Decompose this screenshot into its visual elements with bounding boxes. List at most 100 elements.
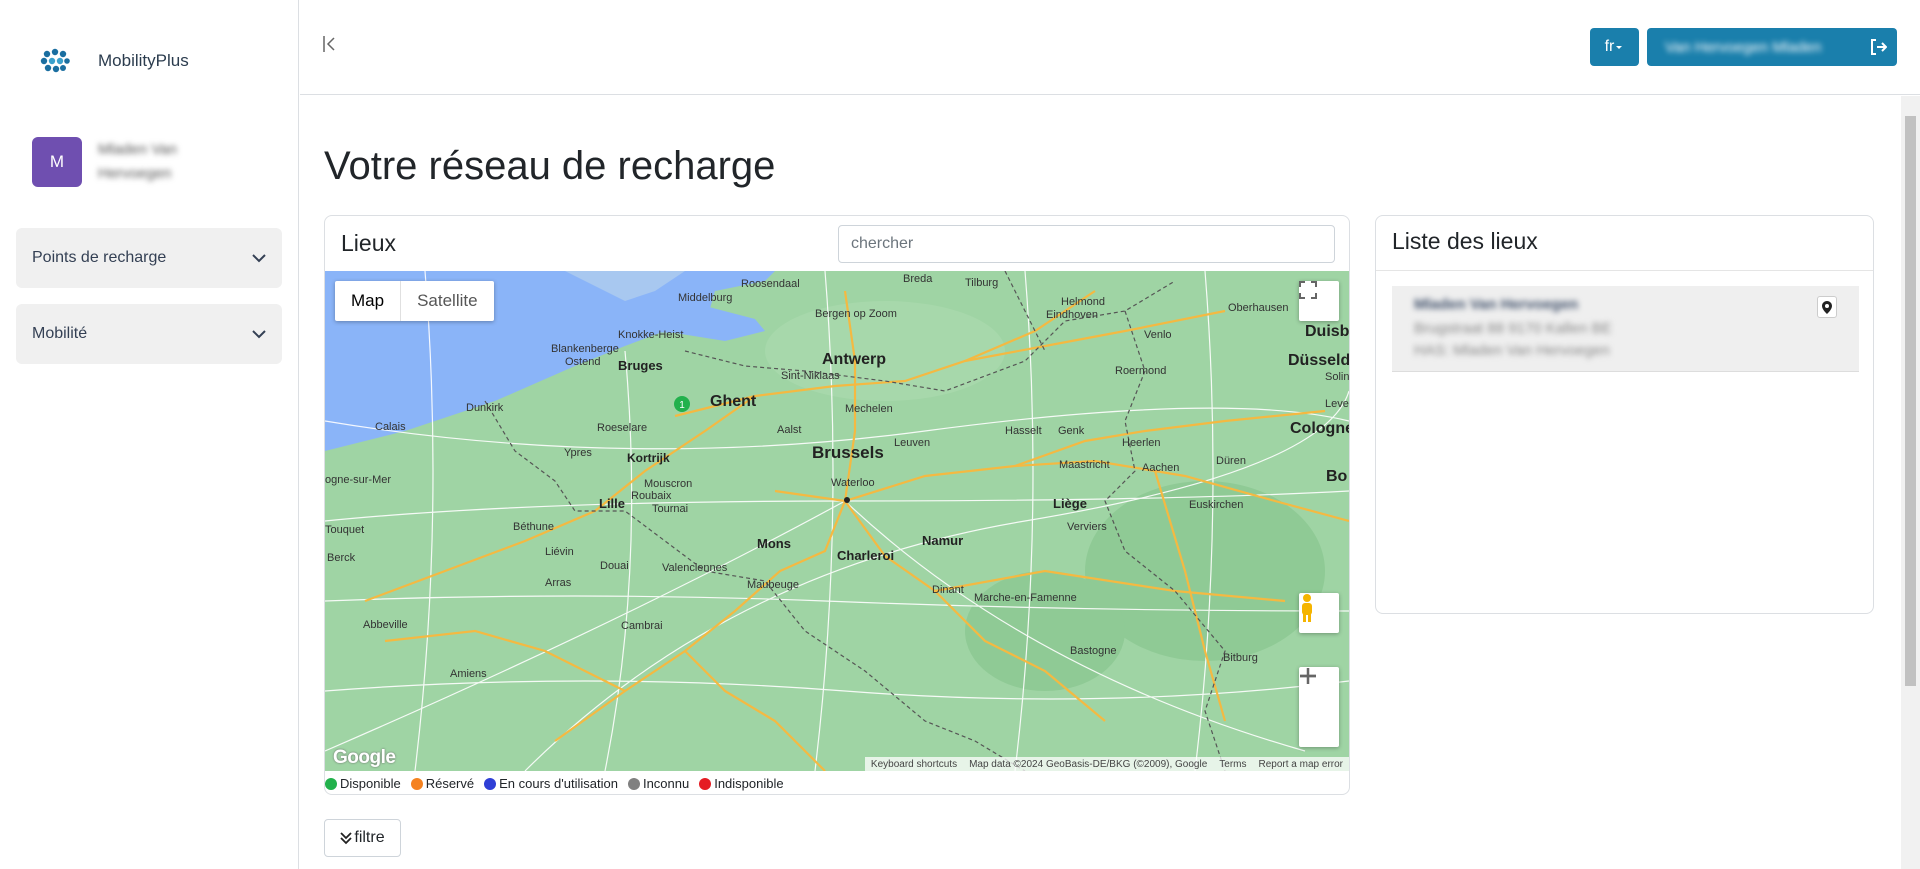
- map-type-satellite[interactable]: Satellite: [401, 281, 493, 321]
- top-bar: fr Van Hervoegen Mladen: [300, 0, 1920, 95]
- status-dot: [484, 777, 497, 790]
- city-roubaix: Roubaix: [631, 490, 672, 502]
- legend-indisponible: Indisponible: [699, 776, 784, 791]
- logout-button[interactable]: Van Hervoegen Mladen: [1647, 28, 1897, 66]
- legend-en-cours: En cours d'utilisation: [484, 776, 618, 791]
- logo-icon: [40, 48, 70, 73]
- location-detail: HAS: Mladen Van Hervoegen: [1414, 342, 1610, 359]
- logout-icon: [1871, 39, 1887, 55]
- city-arras: Arras: [545, 577, 572, 589]
- city-berck: Berck: [327, 552, 356, 564]
- brand-name: MobilityPlus: [98, 51, 189, 70]
- sidebar-item-points-de-recharge[interactable]: Points de recharge: [16, 228, 282, 288]
- report-map-error-link[interactable]: Report a map error: [1259, 759, 1343, 770]
- city-amiens: Amiens: [450, 668, 487, 680]
- city-leverkusen: Leverkus: [1325, 398, 1349, 410]
- double-chevron-down-icon: [340, 832, 353, 845]
- city-mechelen: Mechelen: [845, 403, 893, 415]
- sidebar-item-label: Mobilité: [32, 325, 88, 342]
- brand[interactable]: MobilityPlus: [40, 48, 189, 74]
- divider: [1376, 270, 1873, 271]
- street-view-pegman[interactable]: [1299, 593, 1339, 633]
- city-sintniklaas: Sint-Niklaas: [781, 370, 840, 382]
- locate-on-map-button[interactable]: [1817, 296, 1837, 318]
- city-namur: Namur: [922, 533, 963, 548]
- chevron-down-icon: [252, 253, 266, 262]
- page-scrollbar[interactable]: [1901, 96, 1920, 869]
- status-dot: [410, 777, 423, 790]
- city-dinant: Dinant: [932, 584, 964, 596]
- fullscreen-icon: [1299, 281, 1317, 299]
- status-legend: Disponible Réservé En cours d'utilisatio…: [325, 776, 784, 791]
- city-aachen: Aachen: [1142, 462, 1179, 474]
- legend-reserve: Réservé: [410, 776, 474, 791]
- legend-label: Indisponible: [714, 776, 784, 791]
- city-knokke: Knokke-Heist: [618, 329, 683, 341]
- status-dot: [699, 777, 712, 790]
- collapse-sidebar-icon[interactable]: [322, 34, 336, 54]
- list-item[interactable]: Mladen Van Hervoegen Brugstraat 88 9170 …: [1392, 286, 1859, 372]
- city-valenciennes: Valenciennes: [662, 562, 728, 574]
- scrollbar-thumb[interactable]: [1905, 116, 1916, 686]
- language-label: fr: [1604, 38, 1615, 55]
- user-name: Mladen Van Hervoegen: [98, 141, 177, 182]
- language-dropdown[interactable]: fr: [1590, 28, 1639, 66]
- status-dot: [627, 777, 640, 790]
- city-duisburg: Duisburg: [1305, 323, 1349, 340]
- google-logo[interactable]: Google: [333, 747, 396, 769]
- map-type-map[interactable]: Map: [335, 281, 402, 321]
- filter-label: filtre: [354, 829, 385, 846]
- cluster-marker-count[interactable]: 1: [679, 400, 685, 411]
- filter-button[interactable]: filtre: [324, 819, 401, 857]
- city-tilburg: Tilburg: [965, 277, 998, 289]
- city-middelburg: Middelburg: [678, 292, 732, 304]
- legend-inconnu: Inconnu: [627, 776, 690, 791]
- fullscreen-button[interactable]: [1299, 281, 1339, 321]
- page-title: Votre réseau de recharge: [324, 144, 776, 188]
- city-bethune: Béthune: [513, 521, 554, 533]
- minus-icon: [1300, 674, 1316, 678]
- caret-down-icon: [1616, 46, 1623, 49]
- city-cambrai: Cambrai: [621, 620, 663, 632]
- location-address: Brugstraat 88 9170 Kallen BE: [1414, 320, 1612, 337]
- main-content: Votre réseau de recharge Lieux chercher …: [300, 96, 1902, 869]
- city-mons: Mons: [757, 536, 791, 551]
- avatar: M: [32, 137, 82, 187]
- city-ypres: Ypres: [564, 447, 592, 459]
- city-bitburg: Bitburg: [1223, 652, 1258, 664]
- logout-user-name: Van Hervoegen Mladen: [1665, 38, 1822, 56]
- city-calais: Calais: [375, 421, 406, 433]
- city-heerlen: Heerlen: [1122, 437, 1161, 449]
- city-lille: Lille: [599, 496, 625, 511]
- city-bastogne: Bastogne: [1070, 645, 1116, 657]
- city-venlo: Venlo: [1144, 329, 1172, 341]
- map-canvas: 1 Roosendaal Breda Tilburg Helmond Midde…: [325, 271, 1349, 771]
- zoom-controls: [1299, 667, 1339, 747]
- sidebar-item-mobilite[interactable]: Mobilité: [16, 304, 282, 364]
- map-data-text: Map data ©2024 GeoBasis-DE/BKG (©2009), …: [969, 758, 1208, 770]
- map-attribution: Keyboard shortcuts Map data ©2024 GeoBas…: [864, 757, 1349, 771]
- city-maubeuge: Maubeuge: [747, 579, 799, 591]
- city-ghent: Ghent: [710, 393, 757, 410]
- legend-label: Inconnu: [642, 776, 690, 791]
- map[interactable]: 1 Roosendaal Breda Tilburg Helmond Midde…: [325, 271, 1349, 771]
- city-blankenberge: Blankenberge: [551, 343, 619, 355]
- city-oberhausen: Oberhausen: [1228, 302, 1289, 314]
- city-bergen: Bergen op Zoom: [815, 308, 897, 320]
- legend-disponible: Disponible: [325, 776, 401, 791]
- city-bruges: Bruges: [618, 358, 663, 373]
- city-eindhoven: Eindhoven: [1046, 309, 1098, 321]
- map-type-toggle: Map Satellite: [335, 281, 494, 321]
- list-card-title: Liste des lieux: [1392, 228, 1538, 254]
- city-aalst: Aalst: [777, 424, 801, 436]
- city-cologne: Cologne: [1290, 420, 1349, 437]
- city-verviers: Verviers: [1067, 521, 1107, 533]
- city-genk: Genk: [1058, 425, 1085, 437]
- keyboard-shortcuts-link[interactable]: Keyboard shortcuts: [871, 759, 957, 770]
- city-liege: Liège: [1053, 496, 1087, 511]
- city-tournai: Tournai: [652, 503, 688, 515]
- terms-link[interactable]: Terms: [1219, 759, 1246, 770]
- search-input[interactable]: [838, 225, 1335, 263]
- city-breda: Breda: [903, 273, 933, 285]
- locations-list-card: Liste des lieux Mladen Van Hervoegen Bru…: [1375, 215, 1874, 614]
